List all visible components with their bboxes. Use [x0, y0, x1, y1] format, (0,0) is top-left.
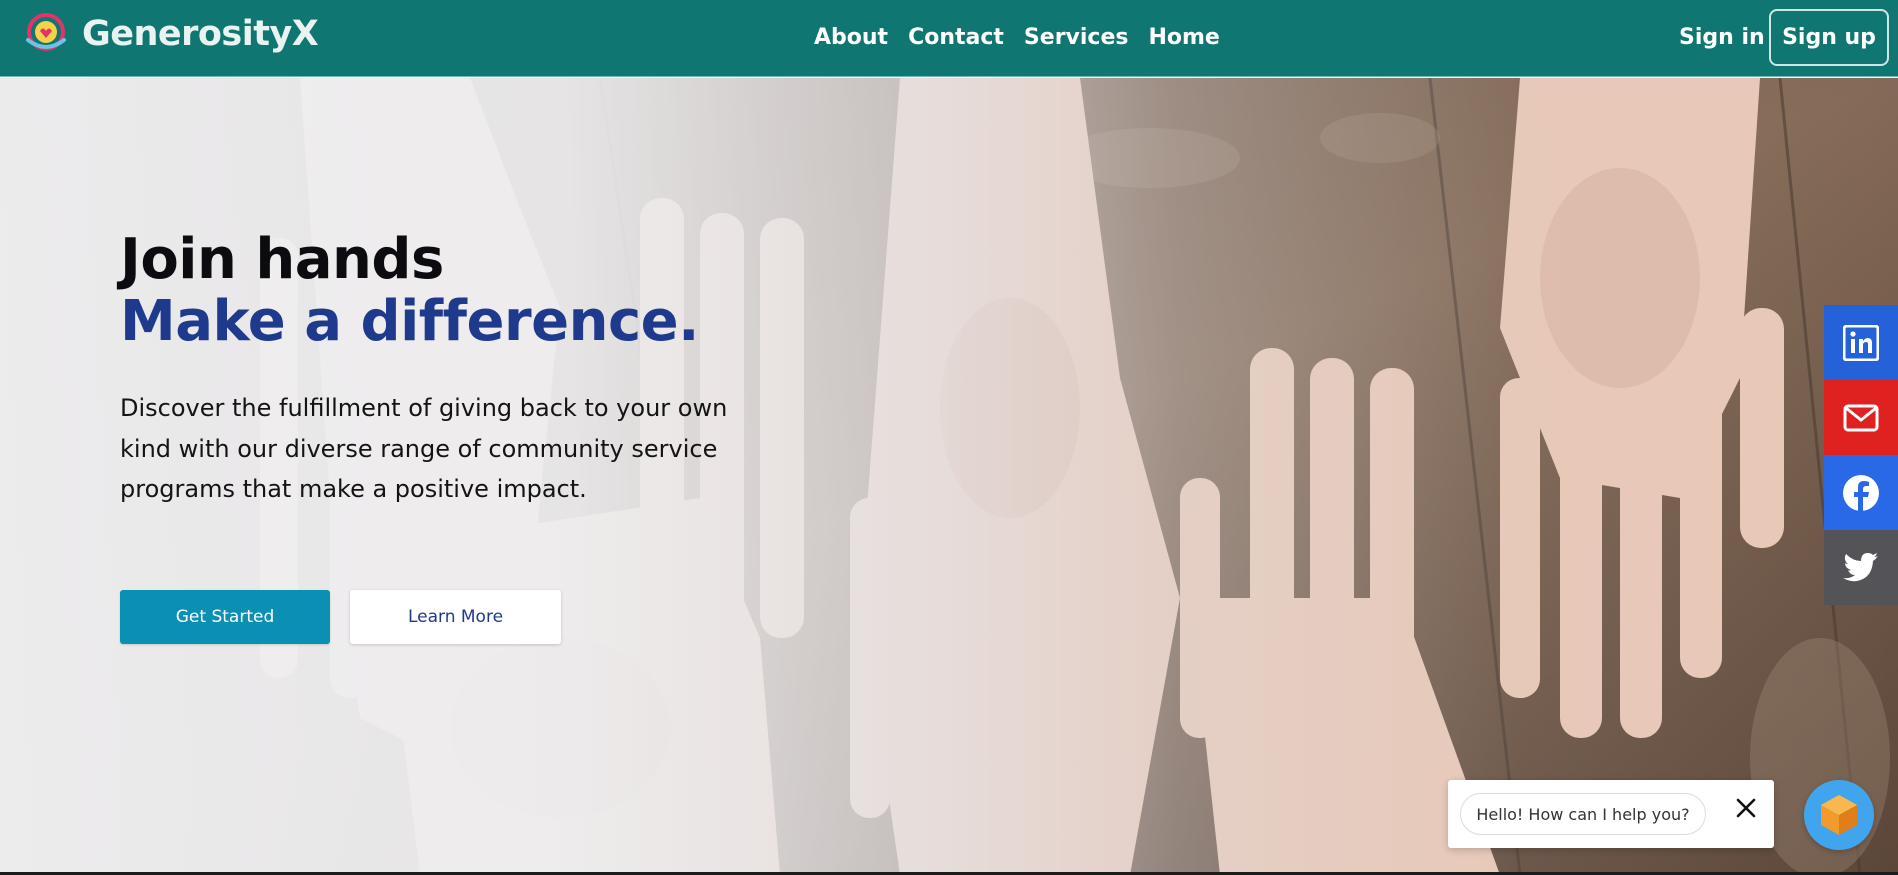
nav-link-home[interactable]: Home — [1148, 24, 1219, 52]
hero-description: Discover the fulfillment of giving back … — [120, 394, 728, 503]
logo-icon — [26, 13, 66, 51]
mail-icon — [1843, 404, 1879, 431]
close-icon[interactable] — [1734, 796, 1758, 820]
chat-greeting[interactable]: Hello! How can I help you? — [1460, 793, 1706, 835]
facebook-icon — [1843, 474, 1879, 511]
social-share-bar — [1824, 305, 1898, 605]
nav-link-services[interactable]: Services — [1024, 24, 1129, 52]
chat-popup: Hello! How can I help you? — [1448, 780, 1774, 848]
sign-up-button[interactable]: Sign up — [1769, 9, 1889, 66]
brand-name: GenerosityX — [82, 13, 319, 54]
linkedin-icon — [1843, 324, 1879, 361]
twitter-icon — [1843, 552, 1878, 581]
chat-launcher-button[interactable] — [1804, 780, 1874, 850]
nav-link-about[interactable]: About — [814, 24, 888, 52]
hero-title-line2: Make a difference. — [120, 289, 699, 354]
chat-cube-icon — [1821, 795, 1857, 835]
main-nav: About Contact Services Home — [814, 24, 1220, 52]
top-navbar: GenerosityX About Contact Services Home … — [0, 0, 1898, 77]
linkedin-button[interactable] — [1824, 305, 1898, 380]
nav-link-contact[interactable]: Contact — [908, 24, 1004, 52]
sign-in-link[interactable]: Sign in — [1679, 24, 1765, 52]
email-button[interactable] — [1824, 380, 1898, 455]
get-started-button[interactable]: Get Started — [120, 590, 330, 644]
learn-more-button[interactable]: Learn More — [350, 590, 561, 644]
brand[interactable]: GenerosityX — [24, 12, 319, 56]
facebook-button[interactable] — [1824, 455, 1898, 530]
hero-title-line1: Join hands — [120, 227, 444, 292]
twitter-button[interactable] — [1824, 530, 1898, 605]
